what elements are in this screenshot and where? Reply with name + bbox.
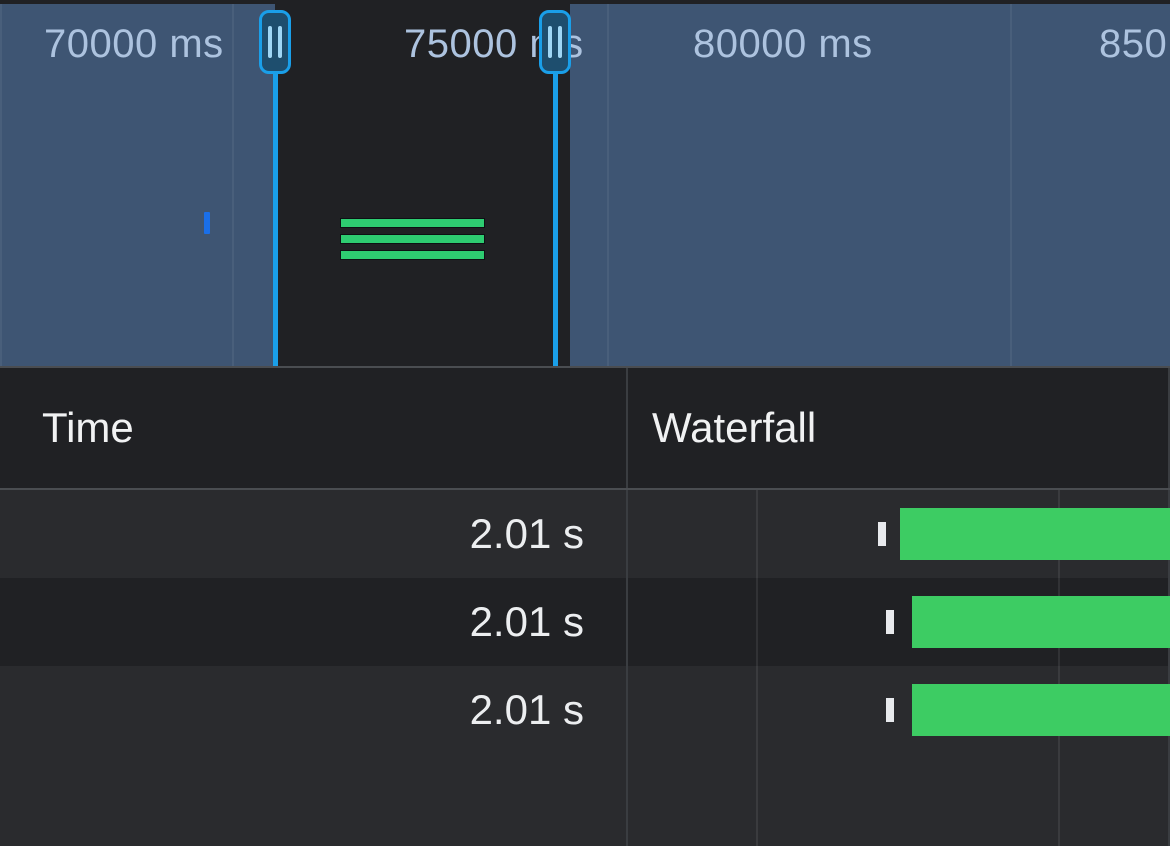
waterfall-wait-segment <box>878 522 886 546</box>
overview-gridline <box>1010 4 1012 366</box>
cell-waterfall <box>628 490 1170 578</box>
column-header-waterfall[interactable]: Waterfall <box>628 368 1170 488</box>
column-header-time[interactable]: Time <box>0 368 628 488</box>
overview-entry <box>340 234 485 244</box>
table-body: 2.01 s 2.01 s 2.01 s <box>0 490 1170 846</box>
waterfall-bar <box>628 508 1168 560</box>
cell-empty <box>628 754 1170 846</box>
table-row[interactable]: 2.01 s <box>0 666 1170 754</box>
cell-time: 2.01 s <box>0 578 628 666</box>
table-row-empty <box>0 754 1170 846</box>
table-header-row: Time Waterfall <box>0 368 1170 490</box>
timeline-tick: 70000 ms <box>44 22 224 67</box>
waterfall-download-segment <box>912 596 1170 648</box>
grip-icon <box>539 10 571 74</box>
network-table: Time Waterfall 2.01 s 2.01 s <box>0 368 1170 846</box>
grip-icon <box>259 10 291 74</box>
overview-entry <box>340 250 485 260</box>
timeline-tick: 850 <box>1099 22 1167 67</box>
waterfall-bar <box>628 684 1168 736</box>
timeline-overview[interactable]: 70000 ms 75000 ms 80000 ms 850 <box>0 0 1170 368</box>
cell-time: 2.01 s <box>0 666 628 754</box>
cell-waterfall <box>628 578 1170 666</box>
cell-empty <box>0 754 628 846</box>
waterfall-download-segment <box>900 508 1170 560</box>
cell-waterfall <box>628 666 1170 754</box>
timeline-tick: 80000 ms <box>693 22 873 67</box>
waterfall-wait-segment <box>886 610 894 634</box>
overview-nav-marker <box>204 212 210 234</box>
table-row[interactable]: 2.01 s <box>0 490 1170 578</box>
waterfall-bar <box>628 596 1168 648</box>
waterfall-wait-segment <box>886 698 894 722</box>
waterfall-download-segment <box>912 684 1170 736</box>
overview-entry <box>340 218 485 228</box>
overview-gridline <box>232 4 234 366</box>
table-row[interactable]: 2.01 s <box>0 578 1170 666</box>
overview-entries <box>340 218 485 266</box>
overview-gridline <box>0 4 2 366</box>
cell-time: 2.01 s <box>0 490 628 578</box>
waterfall-gridline <box>756 754 758 846</box>
waterfall-gridline <box>1058 754 1060 846</box>
overview-gridline <box>607 4 609 366</box>
